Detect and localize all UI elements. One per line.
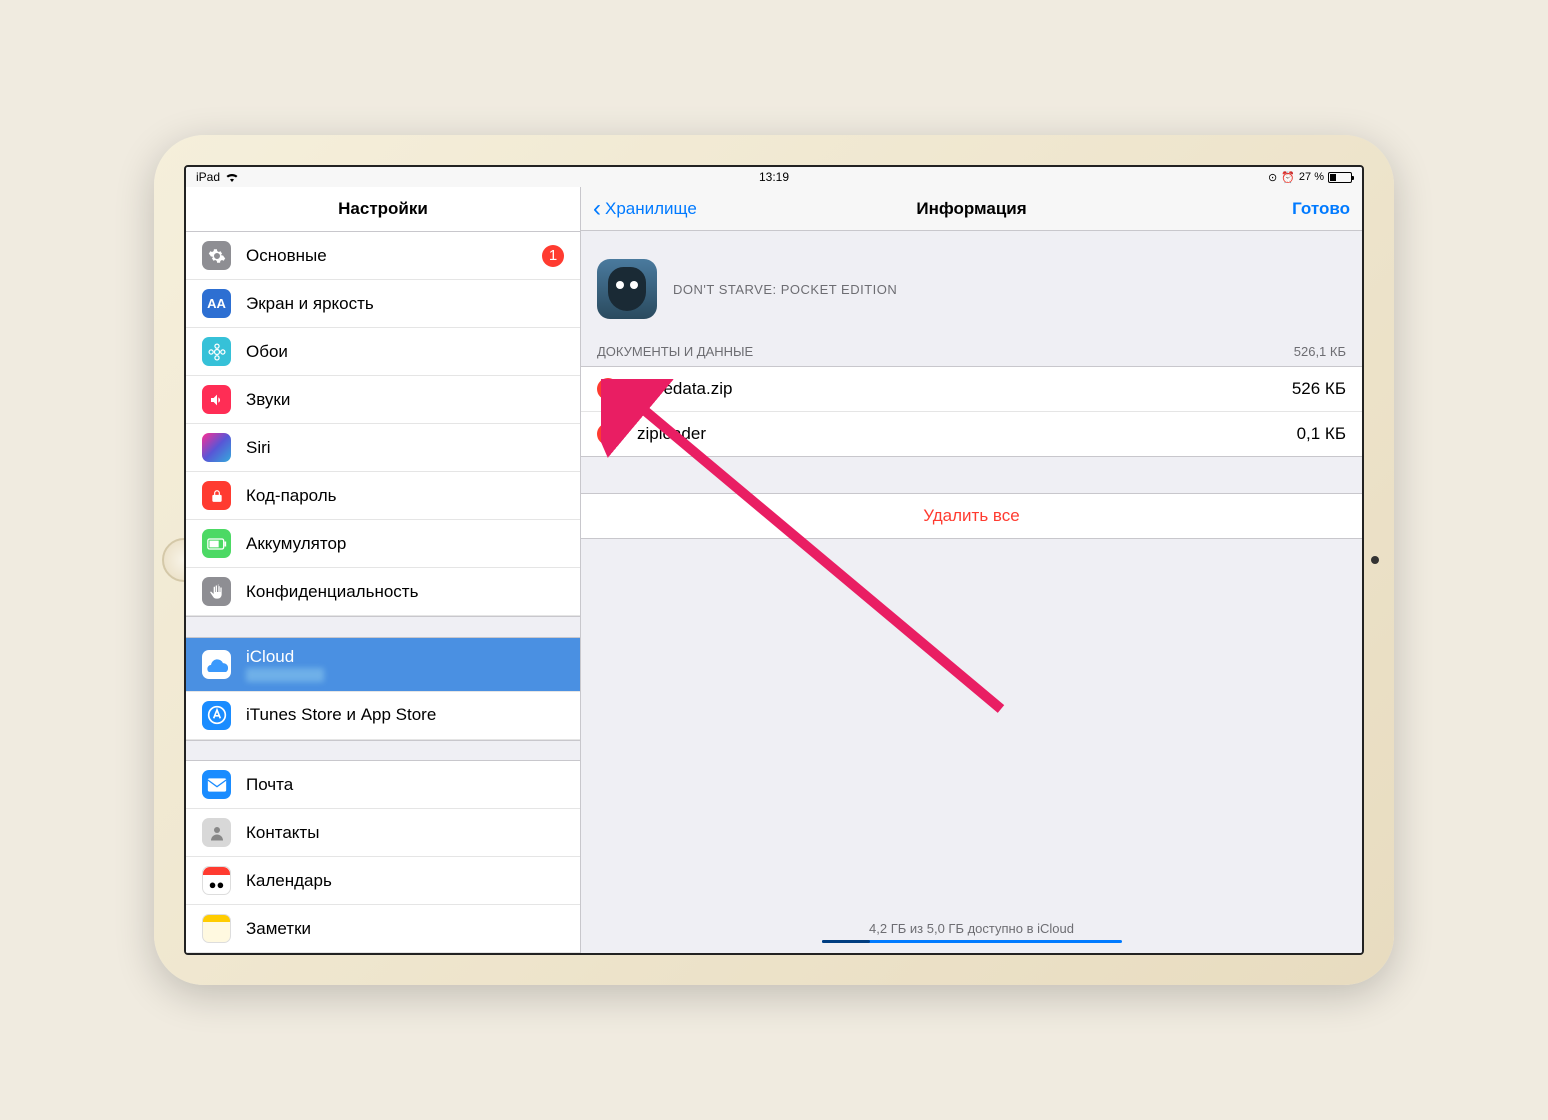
ipad-frame: iPad 13:19 ⊙ ⏰ 27 % Настройки Основные1A… — [154, 135, 1394, 985]
sidebar-item-label: iCloud — [246, 647, 564, 667]
sidebar-item-аккумулятор[interactable]: Аккумулятор — [186, 520, 580, 568]
done-button[interactable]: Готово — [1292, 199, 1350, 219]
section-divider — [186, 740, 580, 762]
sidebar-item-label: Основные — [246, 246, 542, 266]
alarm-icon: ⏰ — [1281, 171, 1295, 184]
file-name: ziploader — [637, 424, 1297, 444]
lock-icon — [202, 481, 231, 510]
battery-icon — [1328, 172, 1352, 183]
sidebar-item-обои[interactable]: Обои — [186, 328, 580, 376]
back-button[interactable]: ‹ Хранилище — [593, 197, 697, 221]
app-header: DON'T STARVE: POCKET EDITION — [581, 231, 1362, 337]
app-name-label: DON'T STARVE: POCKET EDITION — [673, 282, 897, 297]
section-size: 526,1 КБ — [1294, 344, 1346, 359]
sidebar-item-код-пароль[interactable]: Код-пароль — [186, 472, 580, 520]
cloud-icon — [202, 650, 231, 679]
contacts-icon — [202, 818, 231, 847]
delete-minus-icon[interactable] — [597, 423, 619, 445]
documents-section-header: ДОКУМЕНТЫ И ДАННЫЕ 526,1 КБ — [581, 337, 1362, 366]
notes-icon — [202, 914, 231, 943]
sidebar-item-label: Почта — [246, 775, 564, 795]
file-size: 526 КБ — [1292, 379, 1346, 399]
mail-icon — [202, 770, 231, 799]
sidebar-item-label: Siri — [246, 438, 564, 458]
sidebar-item-icloud[interactable]: iCloudxxxxxxxxxxxxx — [186, 638, 580, 692]
sidebar-item-label: Обои — [246, 342, 564, 362]
aA-icon: AA — [202, 289, 231, 318]
sidebar-item-label: Календарь — [246, 871, 564, 891]
hand-icon — [202, 577, 231, 606]
sidebar-item-label: Экран и яркость — [246, 294, 564, 314]
sidebar-item-экран-и-яркость[interactable]: AA Экран и яркость — [186, 280, 580, 328]
delete-minus-icon[interactable] — [597, 378, 619, 400]
settings-sidebar: Настройки Основные1 AA Экран и яркость Обои… — [186, 187, 581, 953]
calendar-icon: ●● — [202, 866, 231, 895]
chevron-left-icon: ‹ — [593, 197, 601, 221]
status-time: 13:19 — [759, 170, 789, 184]
sidebar-item-subtitle: xxxxxxxxxxxxx — [246, 668, 564, 682]
battery-percent: 27 % — [1299, 171, 1324, 183]
section-label: ДОКУМЕНТЫ И ДАННЫЕ — [597, 344, 753, 359]
sidebar-item-конфиденциальность[interactable]: Конфиденциальность — [186, 568, 580, 616]
sidebar-item-label: Конфиденциальность — [246, 582, 564, 602]
sidebar-item-заметки[interactable]: Заметки — [186, 905, 580, 953]
file-row[interactable]: ziploader0,1 КБ — [581, 412, 1362, 456]
file-size: 0,1 КБ — [1297, 424, 1346, 444]
sidebar-item-label: Контакты — [246, 823, 564, 843]
device-label: iPad — [196, 170, 220, 184]
file-list: savedata.zip526 КБziploader0,1 КБ — [581, 366, 1362, 457]
app-icon — [597, 259, 657, 319]
sidebar-item-label: Заметки — [246, 919, 564, 939]
gear-icon — [202, 241, 231, 270]
sidebar-item-siri[interactable]: Siri — [186, 424, 580, 472]
screen: iPad 13:19 ⊙ ⏰ 27 % Настройки Основные1A… — [184, 165, 1364, 955]
camera-dot — [1371, 556, 1379, 564]
back-label: Хранилище — [605, 199, 697, 219]
nav-title: Информация — [916, 199, 1026, 219]
sidebar-item-почта[interactable]: Почта — [186, 761, 580, 809]
sidebar-item-контакты[interactable]: Контакты — [186, 809, 580, 857]
sidebar-item-itunes-store-и-app-store[interactable]: iTunes Store и App Store — [186, 692, 580, 740]
sidebar-item-label: Код-пароль — [246, 486, 564, 506]
speaker-icon — [202, 385, 231, 414]
appstore-icon — [202, 701, 231, 730]
status-bar: iPad 13:19 ⊙ ⏰ 27 % — [186, 167, 1362, 187]
delete-all-button[interactable]: Удалить все — [581, 493, 1362, 539]
sidebar-item-звуки[interactable]: Звуки — [186, 376, 580, 424]
flower-icon — [202, 337, 231, 366]
sidebar-item-основные[interactable]: Основные1 — [186, 232, 580, 280]
nav-bar: ‹ Хранилище Информация Готово — [581, 187, 1362, 231]
file-row[interactable]: savedata.zip526 КБ — [581, 367, 1362, 412]
sidebar-item-label: iTunes Store и App Store — [246, 705, 564, 725]
wifi-icon — [225, 172, 239, 182]
sidebar-item-календарь[interactable]: ●● Календарь — [186, 857, 580, 905]
sidebar-item-label: Аккумулятор — [246, 534, 564, 554]
file-name: savedata.zip — [637, 379, 1292, 399]
storage-text: 4,2 ГБ из 5,0 ГБ доступно в iCloud — [581, 921, 1362, 936]
rotation-lock-icon: ⊙ — [1268, 171, 1277, 184]
sidebar-item-label: Звуки — [246, 390, 564, 410]
detail-pane: ‹ Хранилище Информация Готово DON'T STAR… — [581, 187, 1362, 953]
storage-footer: 4,2 ГБ из 5,0 ГБ доступно в iCloud — [581, 921, 1362, 943]
siri-icon — [202, 433, 231, 462]
battery-icon — [202, 529, 231, 558]
sidebar-title: Настройки — [186, 187, 580, 232]
storage-bar — [822, 940, 1122, 943]
section-divider — [186, 616, 580, 638]
notification-badge: 1 — [542, 245, 564, 267]
